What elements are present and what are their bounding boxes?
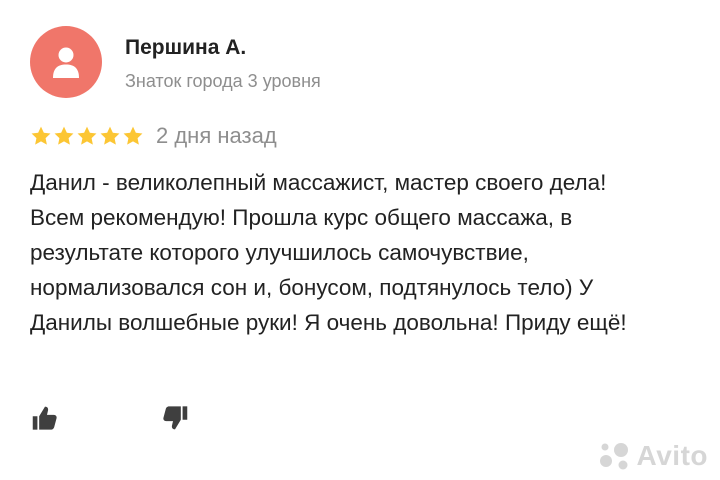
like-button[interactable] bbox=[30, 402, 60, 434]
avito-watermark: Avito bbox=[597, 440, 708, 472]
star-rating bbox=[30, 125, 144, 147]
thumbs-down-icon bbox=[163, 406, 188, 430]
user-icon bbox=[53, 47, 79, 78]
review-text: Данил - великолепный массажист, мастер с… bbox=[30, 170, 627, 335]
author-name[interactable]: Першина А. bbox=[125, 36, 246, 60]
avito-logo-icon bbox=[599, 443, 628, 470]
star-icon bbox=[77, 126, 97, 145]
review-card: Першина А. Знаток города 3 уровня 2 дня … bbox=[0, 0, 720, 480]
dislike-button[interactable] bbox=[160, 402, 190, 434]
thumbs-up-icon bbox=[32, 406, 57, 430]
star-icon bbox=[100, 126, 120, 145]
watermark-text: Avito bbox=[636, 440, 708, 471]
star-icon bbox=[31, 126, 51, 145]
reactions bbox=[30, 402, 190, 434]
review-date: 2 дня назад bbox=[156, 123, 277, 148]
star-icon bbox=[54, 126, 74, 145]
rating-row: 2 дня назад bbox=[30, 122, 277, 150]
author-level: Знаток города 3 уровня bbox=[125, 71, 321, 91]
star-icon bbox=[123, 126, 143, 145]
avatar bbox=[30, 26, 102, 98]
